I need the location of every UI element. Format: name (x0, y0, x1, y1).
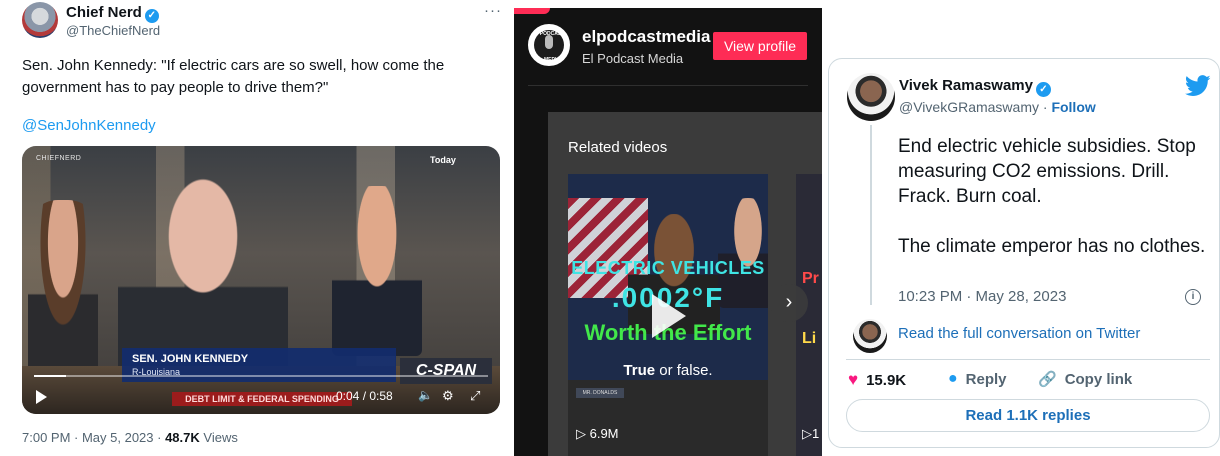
tweet-chief-nerd: Chief Nerd ✓ @TheChiefNerd ··· Sen. John … (0, 0, 512, 456)
microphone-icon (545, 35, 553, 49)
tweet-meta: 7:00 PM · May 5, 2023 · 48.7K Views (22, 430, 238, 445)
video-scrubber[interactable] (34, 375, 488, 377)
tweet-actions: ♥ 15.9K ● Reply 🔗 Copy link (846, 370, 1210, 390)
twitter-bird-icon[interactable] (1185, 75, 1211, 97)
tweet-paragraph-2: The climate emperor has no clothes. (898, 236, 1206, 257)
play-outline-icon: ▷ (576, 426, 590, 441)
video-player[interactable]: CHIEFNERD Today SEN. JOHN KENNEDY R-Loui… (22, 146, 500, 414)
play-icon[interactable] (36, 390, 47, 404)
author-handle-text[interactable]: @VivekGRamaswamy · (899, 99, 1051, 115)
settings-gear-icon[interactable]: ⚙ (442, 388, 454, 404)
caption-rest: or false. (655, 362, 713, 379)
tiktok-accent-bar (514, 8, 550, 14)
more-options-icon[interactable]: ··· (484, 2, 502, 19)
copy-link-action[interactable]: 🔗 Copy link (1038, 370, 1133, 389)
network-logo: C-SPAN (400, 358, 492, 384)
info-icon[interactable]: i (1185, 289, 1201, 305)
channel-display-name: El Podcast Media (582, 51, 684, 66)
video-figure-right (332, 186, 422, 356)
copy-link-label: Copy link (1064, 370, 1133, 388)
reply-label: Reply (965, 370, 1007, 388)
divider (528, 85, 808, 86)
fullscreen-icon[interactable]: ⤢ (470, 388, 480, 404)
caption-true: True (623, 362, 656, 379)
author-avatar[interactable] (847, 73, 895, 121)
views-label: Views (199, 430, 238, 445)
logo-text-top: EL PODCAST (539, 25, 565, 37)
conversation-avatar (853, 319, 887, 353)
like-action[interactable]: ♥ 15.9K (848, 370, 906, 390)
reply-action[interactable]: ● Reply (948, 370, 1007, 388)
tiktok-embed: EL PODCAST MEDIA elpodcastmedia El Podca… (514, 8, 822, 456)
tweet-text: End electric vehicle subsidies. Stop mea… (898, 134, 1210, 259)
verified-badge-icon: ✓ (1035, 82, 1051, 97)
lower-third-name: SEN. JOHN KENNEDY (132, 353, 249, 365)
mention-link[interactable]: @SenJohnKennedy (22, 117, 156, 134)
tweet-paragraph-1: End electric vehicle subsidies. Stop mea… (898, 136, 1196, 207)
overlay-text-li: Li (802, 330, 817, 347)
video-progress-fill (34, 375, 66, 377)
like-count: 15.9K (866, 371, 907, 389)
author-name-text[interactable]: Vivek Ramaswamy (899, 77, 1033, 94)
logo-text-bottom: MEDIA (543, 57, 561, 63)
video-time: 0:04 / 0:58 (336, 389, 393, 403)
divider (846, 359, 1210, 360)
author-name[interactable]: Vivek Ramaswamy ✓ (899, 77, 1051, 97)
next-chevron-icon[interactable]: › (770, 284, 808, 322)
play-icon[interactable] (652, 294, 686, 338)
nameplate: MR. DONALDS (576, 388, 624, 398)
play-outline-icon: ▷ (802, 426, 812, 441)
read-full-conversation-link[interactable]: Read the full conversation on Twitter (898, 325, 1140, 342)
twitter-bird-shape (1185, 75, 1211, 96)
video-today-badge: Today (430, 155, 456, 165)
channel-logo[interactable]: EL PODCAST MEDIA (528, 24, 570, 66)
heart-icon: ♥ (848, 370, 859, 389)
tweet-embed-vivek: Vivek Ramaswamy ✓ @VivekGRamaswamy · Foll… (828, 58, 1220, 448)
author-avatar[interactable] (22, 2, 58, 38)
follow-link[interactable]: Follow (1051, 99, 1095, 115)
view-count-2: ▷1 (802, 426, 819, 442)
link-icon: 🔗 (1038, 371, 1057, 388)
views-count: 48.7K (165, 430, 200, 445)
related-video-card[interactable]: ELECTRIC VEHICLES .0002°F Worth the Effo… (568, 174, 768, 456)
author-name-text[interactable]: Chief Nerd (66, 4, 142, 21)
author-name[interactable]: Chief Nerd ✓ (66, 4, 159, 23)
view-count-2-value: 1 (812, 426, 820, 441)
caption-true-or-false: True or false. (568, 362, 768, 379)
reply-bubble-icon: ● (948, 370, 958, 387)
thread-line (870, 125, 872, 305)
author-handle[interactable]: @TheChiefNerd (66, 23, 160, 38)
tweet-timestamp[interactable]: 7:00 PM · May 5, 2023 · (22, 430, 165, 445)
verified-badge-icon: ✓ (144, 9, 159, 23)
video-figure-left (28, 200, 98, 370)
news-ticker: DEBT LIMIT & FEDERAL SPENDING (172, 392, 352, 406)
overlay-text-pr: Pr (802, 270, 819, 287)
view-profile-button[interactable]: View profile (713, 32, 807, 60)
tweet-text: Sen. John Kennedy: "If electric cars are… (22, 57, 445, 96)
author-handle: @VivekGRamaswamy · Follow (899, 99, 1096, 115)
channel-username[interactable]: elpodcastmedia (582, 27, 711, 47)
video-figure-speaker (118, 176, 288, 376)
tweet-timestamp[interactable]: 10:23 PM · May 28, 2023 (898, 288, 1066, 305)
volume-icon[interactable]: 🔈 (418, 388, 433, 402)
related-videos-title: Related videos (568, 139, 668, 156)
video-watermark: CHIEFNERD (36, 155, 82, 162)
view-count: ▷ 6.9M (576, 426, 619, 442)
overlay-text-electric-vehicles: ELECTRIC VEHICLES (571, 258, 765, 278)
view-count-value: 6.9M (589, 426, 619, 441)
read-replies-button[interactable]: Read 1.1K replies (846, 399, 1210, 432)
